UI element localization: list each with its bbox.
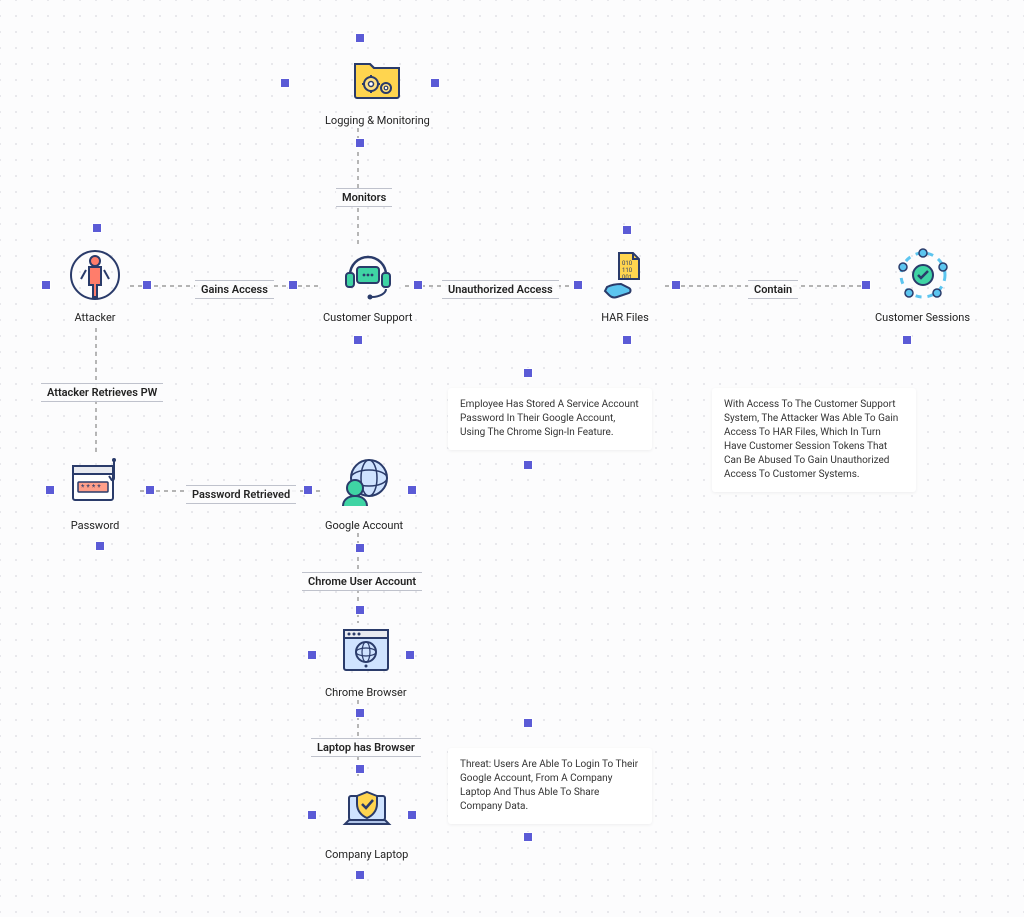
edge-label-password-retrieved: Password Retrieved bbox=[186, 485, 296, 504]
node-attacker-label: Attacker bbox=[74, 311, 115, 324]
verified-group-icon bbox=[893, 245, 953, 305]
node-password-label: Password bbox=[71, 519, 120, 532]
diagram-canvas[interactable]: Monitors Gains Access Unauthorized Acces… bbox=[0, 0, 1024, 917]
folder-gears-icon bbox=[347, 48, 407, 108]
globe-user-icon bbox=[334, 453, 394, 513]
node-chrome-browser[interactable]: Chrome Browser bbox=[325, 620, 407, 699]
node-chrome-browser-label: Chrome Browser bbox=[325, 686, 407, 699]
svg-text:010: 010 bbox=[622, 260, 633, 267]
node-customer-support-label: Customer Support bbox=[323, 311, 412, 324]
node-logging[interactable]: Logging & Monitoring bbox=[325, 48, 430, 127]
password-phishing-icon: * * * * bbox=[65, 453, 125, 513]
note-har-attack[interactable]: With Access To The Customer Support Syst… bbox=[712, 388, 916, 492]
node-company-laptop-label: Company Laptop bbox=[325, 848, 408, 861]
svg-text:001: 001 bbox=[622, 274, 632, 281]
node-google-account-label: Google Account bbox=[325, 519, 403, 532]
edge-label-unauthorized-access: Unauthorized Access bbox=[442, 280, 559, 299]
svg-text:110: 110 bbox=[622, 267, 633, 274]
hand-binary-file-icon: 010 110 001 bbox=[595, 245, 655, 305]
node-logging-label: Logging & Monitoring bbox=[325, 114, 430, 127]
browser-globe-icon bbox=[336, 620, 396, 680]
headset-chat-icon bbox=[338, 245, 398, 305]
node-customer-sessions-label: Customer Sessions bbox=[875, 311, 970, 324]
node-google-account[interactable]: Google Account bbox=[325, 453, 403, 532]
node-har-files[interactable]: 010 110 001 HAR Files bbox=[595, 245, 655, 324]
node-attacker[interactable]: Attacker bbox=[65, 245, 125, 324]
node-password[interactable]: * * * * Password bbox=[65, 453, 125, 532]
note-employee-password[interactable]: Employee Has Stored A Service Account Pa… bbox=[448, 388, 652, 450]
note-threat[interactable]: Threat: Users Are Able To Login To Their… bbox=[448, 748, 652, 824]
person-icon bbox=[65, 245, 125, 305]
edge-label-contain: Contain bbox=[748, 280, 798, 299]
edge-label-gains-access: Gains Access bbox=[195, 280, 274, 299]
edge-label-attacker-retrieves-pw: Attacker Retrieves PW bbox=[41, 383, 163, 402]
note-text: With Access To The Customer Support Syst… bbox=[724, 399, 898, 480]
laptop-shield-icon bbox=[337, 782, 397, 842]
note-text: Threat: Users Are Able To Login To Their… bbox=[460, 759, 638, 812]
edge-label-chrome-user-account: Chrome User Account bbox=[302, 572, 422, 591]
edge-label-monitors: Monitors bbox=[336, 188, 392, 207]
node-customer-sessions[interactable]: Customer Sessions bbox=[875, 245, 970, 324]
node-company-laptop[interactable]: Company Laptop bbox=[325, 782, 408, 861]
node-har-files-label: HAR Files bbox=[601, 311, 649, 324]
note-text: Employee Has Stored A Service Account Pa… bbox=[460, 399, 639, 438]
svg-text:* * * *: * * * * bbox=[81, 483, 101, 492]
edge-label-laptop-has-browser: Laptop has Browser bbox=[311, 738, 421, 757]
node-customer-support[interactable]: Customer Support bbox=[323, 245, 412, 324]
